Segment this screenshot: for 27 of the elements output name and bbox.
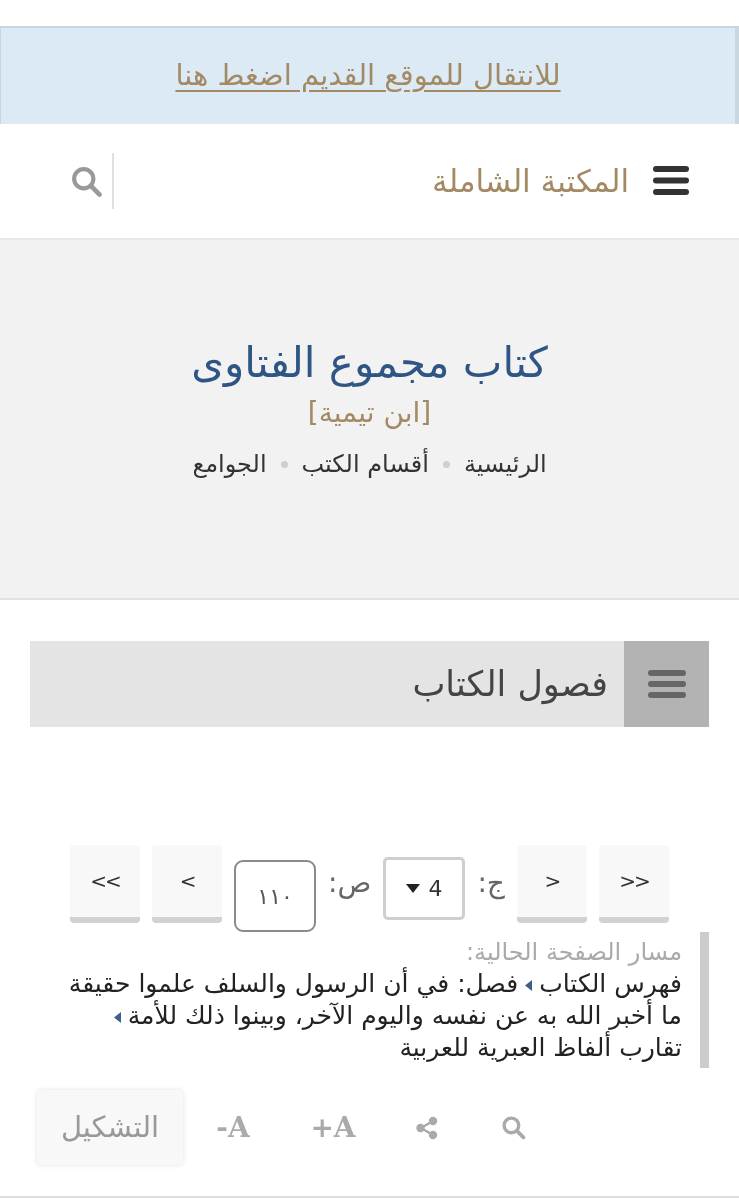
separator-dot-icon (442, 460, 450, 468)
search-icon (70, 164, 103, 198)
page-nav-button[interactable]: >> (598, 845, 669, 923)
menu-button[interactable] (653, 165, 689, 197)
current-path-heading: مسار الصفحة الحالية: (465, 937, 682, 968)
page-nav-button[interactable]: > (516, 845, 587, 923)
separator-dot-icon (280, 460, 288, 468)
menu-icon (653, 165, 689, 197)
page-input[interactable]: ١١٠ (234, 860, 317, 932)
field-label: ج: (477, 865, 505, 901)
page-nav-button[interactable]: << (70, 845, 141, 923)
book-title: كتاب مجموع الفتاوى (191, 337, 548, 389)
breadcrumb-link[interactable]: أقسام الكتب (301, 447, 429, 481)
volume-select[interactable]: 4 (383, 857, 466, 920)
menu-icon (647, 669, 686, 699)
field-label: ص: (328, 865, 372, 901)
chapters-panel-title: فصول الكتاب (412, 663, 608, 707)
search-icon (501, 1115, 526, 1140)
left-triangle-icon (525, 979, 533, 991)
breadcrumb-link[interactable]: الرئيسية (463, 447, 547, 481)
breadcrumb-link[interactable]: الجوامع (192, 447, 267, 481)
share-icon (414, 1115, 439, 1140)
left-triangle-icon (113, 1011, 121, 1023)
chapters-toggle-button[interactable] (624, 641, 709, 727)
page-nav-button[interactable]: < (152, 845, 223, 923)
caret-down-icon (406, 884, 421, 893)
current-path-text: فهرس الكتاب فصل: في أن الرسول والسلف علموا حقيقة ما أخبر الله به عن نفسه واليوم الآخر، وبينوا ذلك للأمة تقارب ألفاظ العبرية للعربية (67, 968, 682, 1064)
